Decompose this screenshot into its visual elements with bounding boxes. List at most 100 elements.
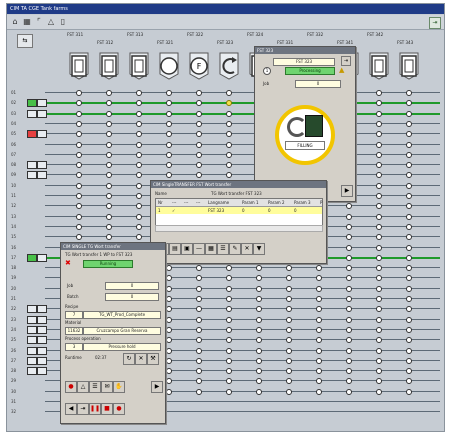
pipe-node[interactable]	[376, 110, 382, 117]
pipe-node[interactable]	[316, 347, 322, 354]
pipe-node[interactable]	[136, 193, 142, 199]
pipe-node[interactable]	[286, 275, 292, 282]
pipe-node[interactable]	[166, 388, 172, 395]
pipe-node[interactable]	[406, 172, 412, 179]
valve-icon[interactable]	[37, 367, 47, 376]
pipe-node[interactable]	[316, 378, 322, 385]
valve-icon[interactable]	[37, 109, 47, 118]
pipe-node[interactable]	[226, 120, 232, 127]
close-icon[interactable]: ✕	[135, 353, 147, 365]
pipe-node[interactable]	[76, 162, 82, 169]
pipe-node[interactable]	[406, 90, 412, 96]
pipe-node[interactable]	[226, 388, 232, 395]
pipe-node[interactable]	[286, 337, 292, 344]
pipe-node[interactable]	[346, 213, 352, 220]
stop-icon[interactable]: ●	[65, 381, 77, 393]
pipe-node[interactable]	[256, 265, 262, 272]
pipe-node[interactable]	[166, 306, 172, 313]
pipe-node[interactable]	[346, 326, 352, 333]
close-icon[interactable]: ✕	[241, 243, 253, 255]
pipe-node[interactable]	[376, 275, 382, 282]
pipe-node[interactable]	[76, 213, 82, 220]
pipe-node[interactable]	[376, 306, 382, 313]
pipe-node[interactable]	[76, 234, 82, 241]
pipe-node[interactable]	[256, 388, 262, 395]
pipe-node[interactable]	[376, 347, 382, 354]
pipe-node[interactable]	[406, 337, 412, 344]
valve-icon[interactable]	[37, 171, 47, 180]
pipe-node[interactable]	[106, 151, 112, 158]
valve-icon[interactable]	[27, 109, 37, 118]
pipe-node[interactable]	[106, 182, 112, 189]
pipe-node[interactable]	[316, 285, 322, 292]
pipe-node[interactable]	[196, 172, 202, 179]
pipe-node[interactable]	[376, 223, 382, 230]
tank-filled-icon[interactable]	[69, 52, 89, 80]
pipe-node[interactable]	[256, 296, 262, 302]
exit-icon[interactable]: ⇥	[341, 56, 351, 66]
pipe-node[interactable]	[166, 131, 172, 138]
pipe-node[interactable]	[406, 151, 412, 158]
pipe-node[interactable]	[346, 368, 352, 375]
pipe-node[interactable]	[376, 100, 382, 107]
pipe-node[interactable]	[76, 193, 82, 199]
pipe-node[interactable]	[106, 234, 112, 241]
pipe-node[interactable]	[226, 100, 232, 107]
pipe-node[interactable]	[136, 234, 142, 241]
grid-icon[interactable]: ▦	[22, 17, 32, 27]
pipe-node[interactable]	[196, 131, 202, 138]
pipe-node[interactable]	[406, 131, 412, 138]
tank-filled-icon[interactable]	[369, 52, 389, 80]
tank-filling-icon[interactable]	[219, 52, 239, 80]
pipe-node[interactable]	[406, 296, 412, 302]
pipe-node[interactable]	[136, 100, 142, 107]
pipe-node[interactable]	[346, 306, 352, 313]
pipe-node[interactable]	[196, 265, 202, 272]
pipe-node[interactable]	[166, 316, 172, 323]
pipe-node[interactable]	[376, 182, 382, 189]
valve-icon[interactable]	[27, 305, 37, 314]
pipe-node[interactable]	[196, 326, 202, 333]
pipe-node[interactable]	[376, 172, 382, 179]
pipe-node[interactable]	[376, 285, 382, 292]
pipe-node[interactable]	[166, 141, 172, 148]
halt-icon[interactable]: ■	[101, 403, 113, 415]
document-icon[interactable]: ▯	[58, 17, 68, 27]
pipe-node[interactable]	[166, 90, 172, 96]
pipe-node[interactable]	[106, 100, 112, 107]
chat-icon[interactable]: ✉	[101, 381, 113, 393]
pipe-node[interactable]	[166, 368, 172, 375]
next-icon[interactable]: ▶	[151, 381, 163, 393]
pipe-node[interactable]	[226, 110, 232, 117]
pipe-node[interactable]	[376, 203, 382, 210]
pipe-node[interactable]	[226, 378, 232, 385]
grid-icon[interactable]: ▦	[205, 243, 217, 255]
valve-icon[interactable]	[27, 315, 37, 324]
pipe-node[interactable]	[136, 131, 142, 138]
pipe-node[interactable]	[196, 151, 202, 158]
pipe-node[interactable]	[376, 131, 382, 138]
pipe-node[interactable]	[406, 378, 412, 385]
valve-icon[interactable]	[27, 130, 37, 139]
next-icon[interactable]: ▶	[341, 185, 353, 197]
pipe-node[interactable]	[286, 347, 292, 354]
pipe-node[interactable]	[106, 131, 112, 138]
pipe-node[interactable]	[106, 172, 112, 179]
pipe-node[interactable]	[226, 316, 232, 323]
pipe-node[interactable]	[346, 244, 352, 251]
pipe-node[interactable]	[286, 326, 292, 333]
pipe-node[interactable]	[286, 316, 292, 323]
pipe-node[interactable]	[406, 275, 412, 282]
pipe-node[interactable]	[196, 347, 202, 354]
pipe-node[interactable]	[316, 316, 322, 323]
pipe-node[interactable]	[376, 388, 382, 395]
pipe-node[interactable]	[406, 213, 412, 220]
list-icon[interactable]: ☰	[217, 243, 229, 255]
pipe-node[interactable]	[376, 151, 382, 158]
pipe-node[interactable]	[286, 368, 292, 375]
valve-icon[interactable]	[27, 336, 37, 345]
pipe-node[interactable]	[256, 368, 262, 375]
pipe-node[interactable]	[406, 110, 412, 117]
pipe-node[interactable]	[196, 357, 202, 364]
pipe-node[interactable]	[316, 357, 322, 364]
